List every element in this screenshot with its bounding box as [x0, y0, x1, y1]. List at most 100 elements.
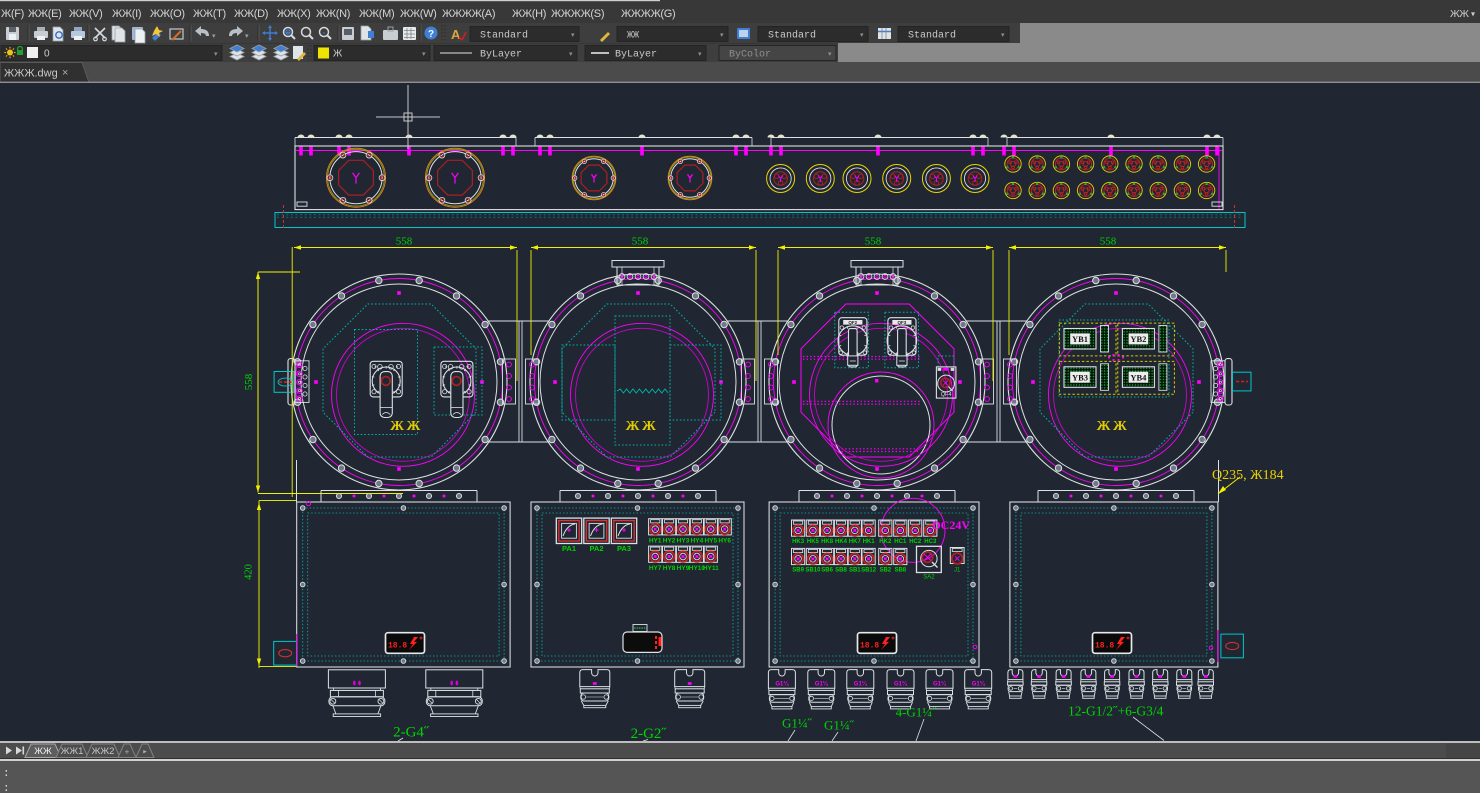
- svg-text:DC24V: DC24V: [932, 518, 970, 532]
- svg-text:PA3: PA3: [617, 544, 631, 553]
- svg-text:▾: ▾: [720, 32, 724, 39]
- svg-text:ЖЖЖЖ(S): ЖЖЖЖ(S): [551, 8, 604, 20]
- svg-text:▾: ▾: [212, 33, 216, 40]
- svg-text:ЖЖ: ЖЖ: [627, 31, 639, 42]
- svg-text:4-G1¼˝: 4-G1¼˝: [896, 705, 937, 720]
- svg-text:HK8: HK8: [821, 539, 834, 545]
- svg-text:18.8: 18.8: [388, 642, 407, 651]
- svg-text:HY3: HY3: [677, 538, 690, 545]
- svg-text:ЖЖЖЖ(G): ЖЖЖЖ(G): [621, 8, 675, 20]
- svg-text:Standard: Standard: [768, 30, 816, 42]
- svg-text:ЖЖ: ЖЖ: [626, 419, 659, 434]
- svg-text:▸: ▸: [143, 749, 147, 756]
- svg-text:YB3: YB3: [1072, 372, 1088, 382]
- svg-text:▾: ▾: [1001, 32, 1005, 39]
- svg-text:ByLayer: ByLayer: [615, 50, 657, 61]
- svg-text:0: 0: [44, 49, 50, 60]
- svg-text:J1: J1: [954, 568, 961, 574]
- svg-text:YB4: YB4: [1130, 372, 1147, 382]
- svg-text:QF4: QF4: [941, 392, 952, 398]
- svg-text:▾: ▾: [214, 51, 218, 58]
- svg-text:ЖЖ(X): ЖЖ(X): [277, 8, 310, 20]
- svg-text:ByLayer: ByLayer: [480, 50, 522, 61]
- svg-text:YB1: YB1: [1072, 334, 1088, 344]
- svg-text:YB2: YB2: [1130, 334, 1146, 344]
- svg-text:▾: ▾: [1471, 10, 1475, 19]
- svg-text:HK2: HK2: [879, 539, 892, 545]
- svg-text:HK7: HK7: [849, 539, 862, 545]
- svg-text:G1¼: G1¼: [815, 681, 829, 688]
- svg-text:ЖЖ: ЖЖ: [1450, 8, 1469, 20]
- svg-text:G1¼˝: G1¼˝: [782, 716, 813, 731]
- svg-text:Ж(F): Ж(F): [1, 8, 24, 20]
- svg-text:G1¼: G1¼: [854, 681, 868, 688]
- svg-text:▾: ▾: [569, 51, 573, 58]
- svg-text:HY8: HY8: [663, 565, 676, 572]
- svg-text:×: ×: [62, 67, 68, 79]
- svg-text:HK5: HK5: [807, 539, 820, 545]
- svg-text:SB9: SB9: [792, 567, 804, 573]
- svg-text:Standard: Standard: [908, 30, 956, 42]
- svg-text:G1¼: G1¼: [894, 681, 908, 688]
- svg-text:558: 558: [632, 236, 649, 248]
- svg-text:HC1: HC1: [894, 539, 907, 545]
- svg-text:12-G1/2˝+6-G3/4: 12-G1/2˝+6-G3/4: [1068, 704, 1164, 719]
- svg-text:QF2: QF2: [848, 320, 857, 325]
- svg-text:18.8: 18.8: [1095, 642, 1114, 651]
- svg-text:▾: ▾: [571, 32, 575, 39]
- svg-text:▾: ▾: [698, 51, 702, 58]
- svg-text:558: 558: [865, 236, 882, 248]
- svg-text:QF3: QF3: [898, 320, 907, 325]
- svg-text:HC2: HC2: [909, 539, 922, 545]
- svg-text:Standard: Standard: [480, 30, 528, 42]
- svg-text:PA1: PA1: [562, 544, 576, 553]
- svg-text:+: +: [125, 748, 130, 757]
- svg-text:HK4: HK4: [835, 539, 848, 545]
- svg-text:SB8: SB8: [835, 567, 847, 573]
- svg-text:ЖЖ(E): ЖЖ(E): [28, 8, 61, 20]
- svg-text::: :: [3, 768, 10, 780]
- svg-text:▾: ▾: [860, 32, 864, 39]
- svg-text:SB6: SB6: [821, 567, 833, 573]
- svg-text:SB2: SB2: [879, 567, 891, 573]
- svg-text:558: 558: [1100, 236, 1117, 248]
- svg-text:ЖЖ(M): ЖЖ(M): [359, 8, 394, 20]
- svg-text:ЖЖ: ЖЖ: [34, 746, 52, 757]
- svg-text:420: 420: [244, 564, 255, 580]
- svg-text:558: 558: [243, 373, 255, 390]
- svg-text:ЖЖ(D): ЖЖ(D): [234, 8, 268, 20]
- svg-text:ЖЖЖ.dwg: ЖЖЖ.dwg: [4, 68, 58, 80]
- svg-text:ЖЖ: ЖЖ: [390, 419, 423, 434]
- svg-text:?: ?: [428, 29, 434, 40]
- svg-text:ЖЖ2: ЖЖ2: [92, 746, 115, 757]
- svg-text:▾: ▾: [828, 51, 832, 58]
- svg-text:HY9: HY9: [677, 565, 690, 572]
- svg-text:2-G4˝: 2-G4˝: [393, 725, 430, 741]
- svg-text:Q235, Ж184: Q235, Ж184: [1212, 468, 1284, 483]
- svg-text::: :: [3, 783, 10, 795]
- svg-text:PA2: PA2: [589, 544, 603, 553]
- svg-text:SB8: SB8: [894, 567, 906, 573]
- svg-text:G1¼˝: G1¼˝: [824, 718, 855, 733]
- svg-text:▾: ▾: [245, 33, 249, 40]
- svg-text:G1¼: G1¼: [933, 681, 947, 688]
- svg-text:SB10: SB10: [805, 567, 821, 573]
- svg-text:ЖЖ(O): ЖЖ(O): [150, 8, 185, 20]
- svg-text:SB12: SB12: [861, 567, 877, 573]
- svg-text:SB1: SB1: [849, 567, 861, 573]
- svg-text:▾: ▾: [422, 51, 426, 58]
- svg-text:HY2: HY2: [663, 538, 676, 545]
- svg-text:18.8: 18.8: [860, 642, 879, 651]
- svg-text:HY4: HY4: [691, 538, 704, 545]
- svg-text:HK1: HK1: [863, 539, 876, 545]
- svg-text:A: A: [451, 27, 461, 42]
- svg-text:G1¼: G1¼: [972, 681, 986, 688]
- svg-text:HK3: HK3: [792, 539, 805, 545]
- svg-text:ЖЖ(W): ЖЖ(W): [400, 8, 437, 20]
- svg-text:SA2: SA2: [923, 575, 935, 581]
- svg-text:HY5: HY5: [704, 538, 717, 545]
- svg-text:ЖЖЖЖ(A): ЖЖЖЖ(A): [442, 8, 495, 20]
- svg-text:HC3: HC3: [924, 539, 937, 545]
- svg-text:ЖЖ(H): ЖЖ(H): [512, 8, 546, 20]
- svg-text:ЖЖ(V): ЖЖ(V): [69, 8, 102, 20]
